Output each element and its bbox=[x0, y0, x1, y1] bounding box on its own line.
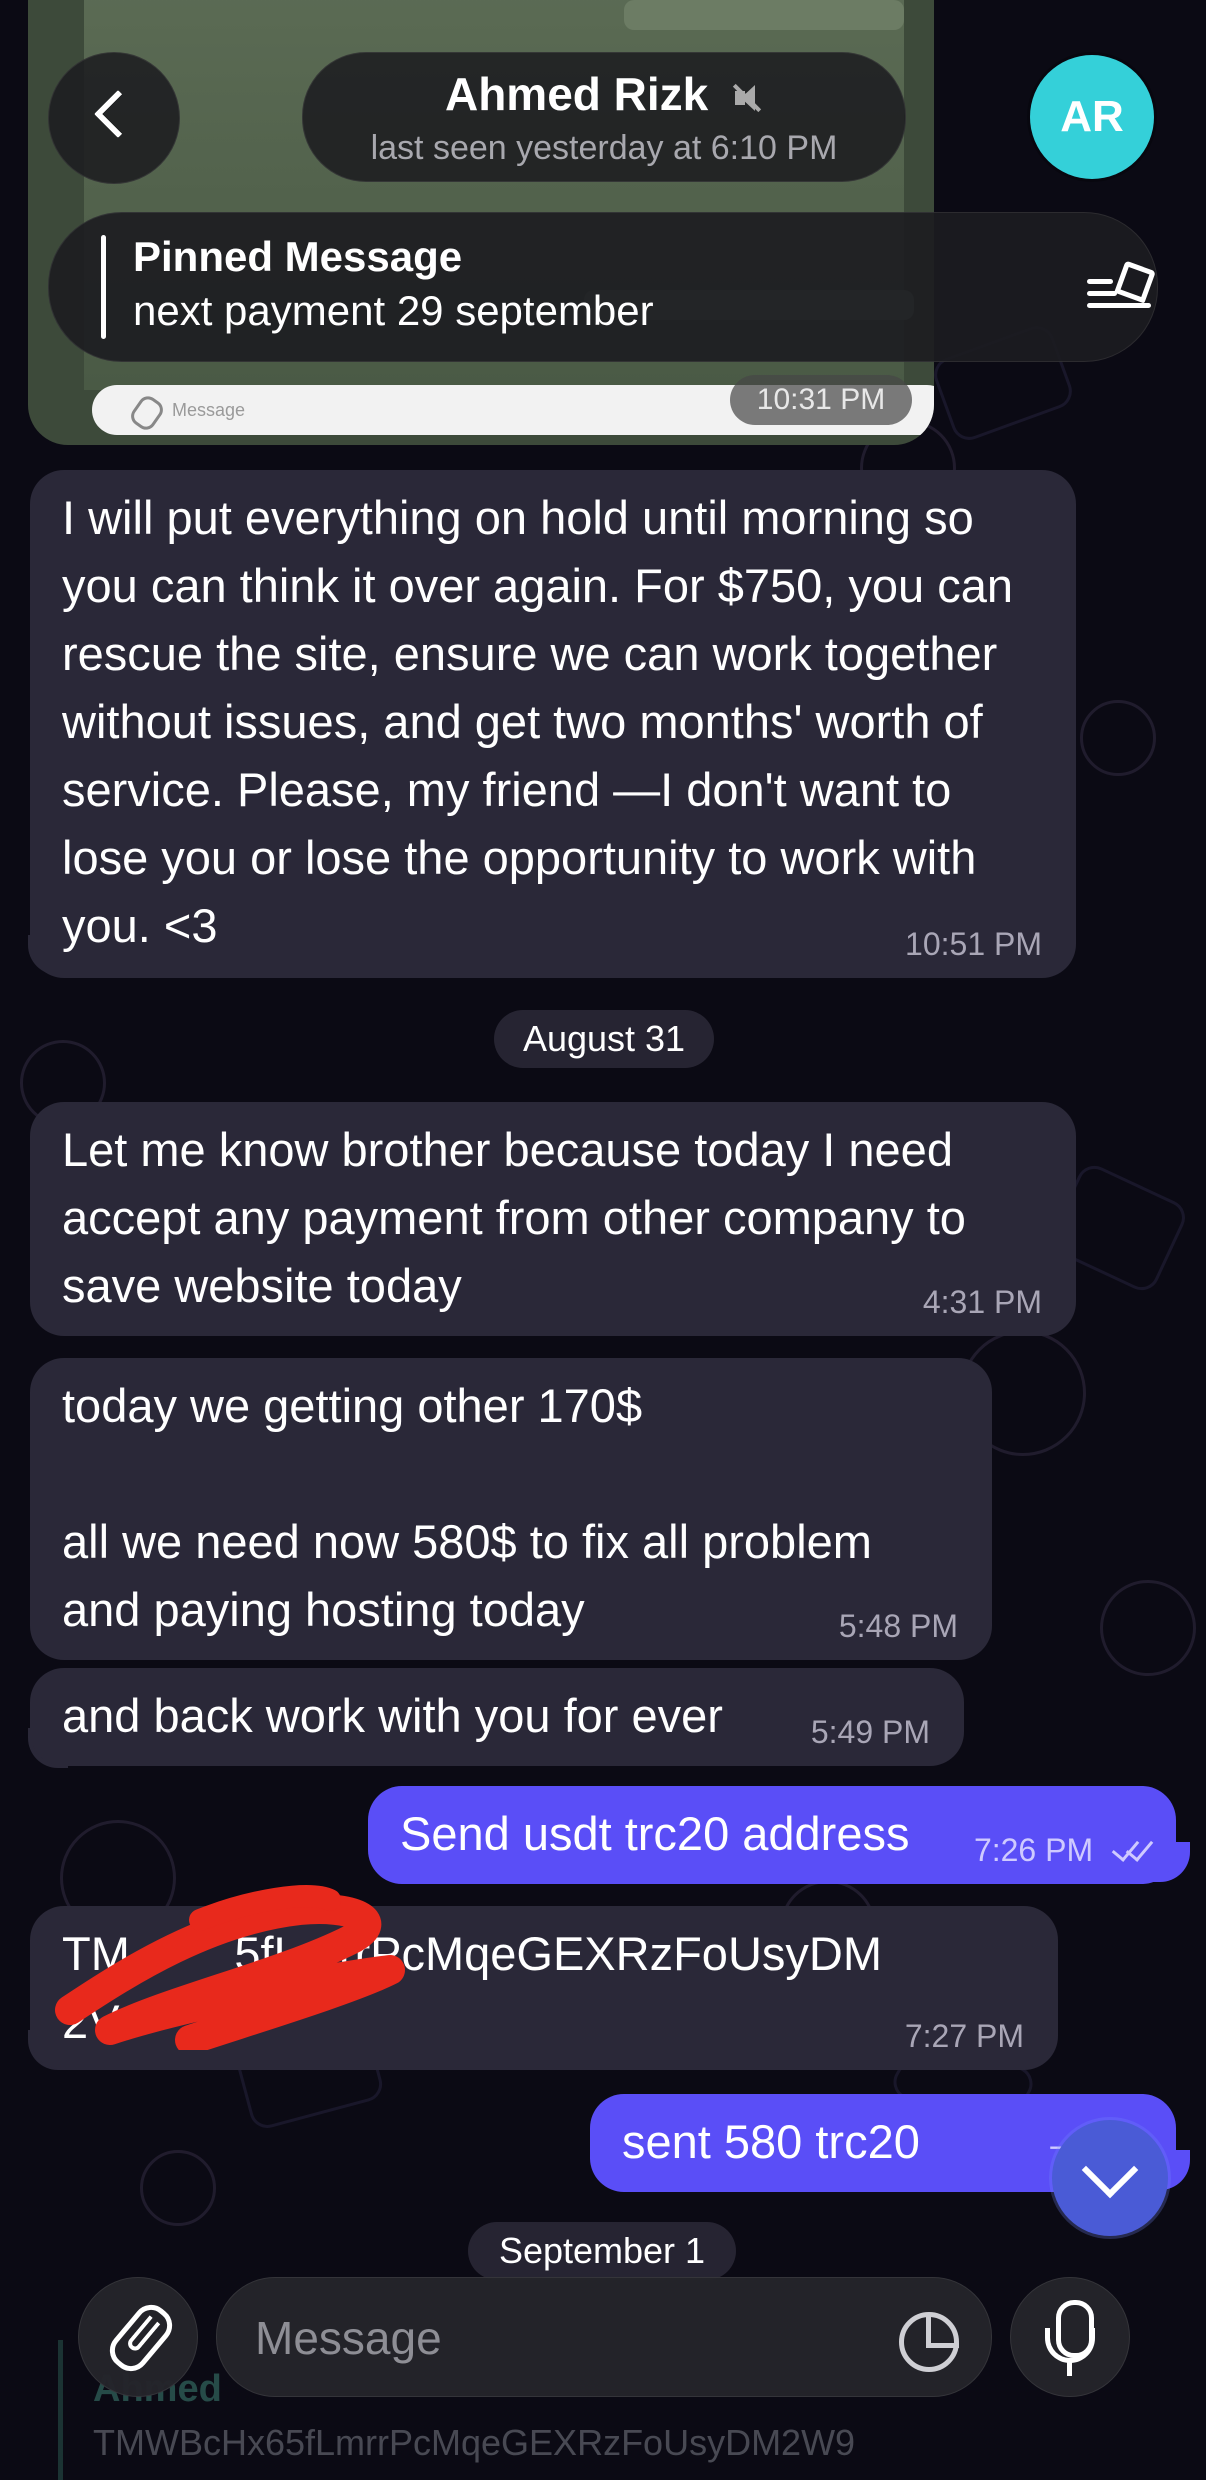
message-text: I will put everything on hold until morn… bbox=[62, 491, 1027, 952]
paperclip-icon bbox=[102, 2297, 180, 2379]
incoming-message[interactable]: I will put everything on hold until morn… bbox=[30, 470, 1076, 978]
message-time-status: 7:26 PM bbox=[973, 1832, 1154, 1868]
last-seen-status: last seen yesterday at 6:10 PM bbox=[370, 129, 838, 167]
message-text: Let me know brother because today I need… bbox=[62, 1123, 979, 1312]
chat-title[interactable]: Ahmed Rizk last seen yesterday at 6:10 P… bbox=[302, 52, 906, 182]
outgoing-message[interactable]: Send usdt trc20 address 7:26 PM bbox=[368, 1786, 1176, 1884]
double-check-icon bbox=[1110, 1832, 1154, 1865]
message-input[interactable] bbox=[253, 2308, 857, 2368]
pinned-indicator bbox=[101, 235, 106, 339]
contact-name: Ahmed Rizk bbox=[444, 68, 709, 120]
back-button[interactable] bbox=[48, 52, 180, 184]
pinned-list-icon[interactable] bbox=[1087, 260, 1156, 309]
voice-message-button[interactable] bbox=[1010, 2277, 1130, 2397]
pinned-title: Pinned Message bbox=[133, 233, 463, 280]
avatar[interactable]: AR bbox=[1030, 55, 1154, 179]
message-input-container[interactable] bbox=[216, 2277, 992, 2397]
message-text: sent 580 trc20 bbox=[622, 2115, 920, 2168]
message-time: 10:51 PM bbox=[905, 926, 1042, 962]
incoming-message[interactable]: and back work with you for ever 5:49 PM bbox=[30, 1668, 964, 1766]
message-time: 7:26 PM bbox=[973, 1832, 1094, 1868]
date-separator: September 1 bbox=[468, 2222, 736, 2280]
incoming-message[interactable]: today we getting other 170$ all we need … bbox=[30, 1358, 992, 1660]
date-separator: August 31 bbox=[494, 1010, 714, 1068]
scroll-to-bottom-button[interactable] bbox=[1052, 2120, 1168, 2236]
incoming-message[interactable]: Let me know brother because today I need… bbox=[30, 1102, 1076, 1336]
screenshot-placeholder: Message bbox=[172, 400, 246, 420]
chevron-down-icon bbox=[1081, 2141, 1139, 2199]
message-text: Send usdt trc20 address bbox=[400, 1807, 910, 1860]
reply-text: TMWBcHx65fLmrrPcMqeGEXRzFoUsyDM2W9 bbox=[93, 2422, 856, 2463]
pinned-text: next payment 29 september bbox=[133, 287, 654, 334]
muted-speaker-icon bbox=[731, 82, 763, 114]
image-message-time: 10:31 PM bbox=[730, 375, 912, 425]
message-time: 5:49 PM bbox=[810, 1714, 930, 1750]
pinned-message-bar[interactable]: Pinned Message next payment 29 september bbox=[48, 212, 1158, 362]
chevron-left-icon bbox=[93, 89, 143, 139]
paperclip-icon bbox=[127, 392, 167, 434]
message-time: 5:48 PM bbox=[838, 1608, 958, 1644]
attach-button[interactable] bbox=[78, 2277, 198, 2397]
sticker-icon[interactable] bbox=[899, 2312, 959, 2372]
message-text: today we getting other 170$ all we need … bbox=[62, 1379, 872, 1636]
message-time: 7:27 PM bbox=[904, 2018, 1024, 2054]
red-redaction-scribble bbox=[55, 1885, 405, 2050]
message-time: 4:31 PM bbox=[922, 1284, 1042, 1320]
message-text: and back work with you for ever bbox=[62, 1689, 723, 1742]
